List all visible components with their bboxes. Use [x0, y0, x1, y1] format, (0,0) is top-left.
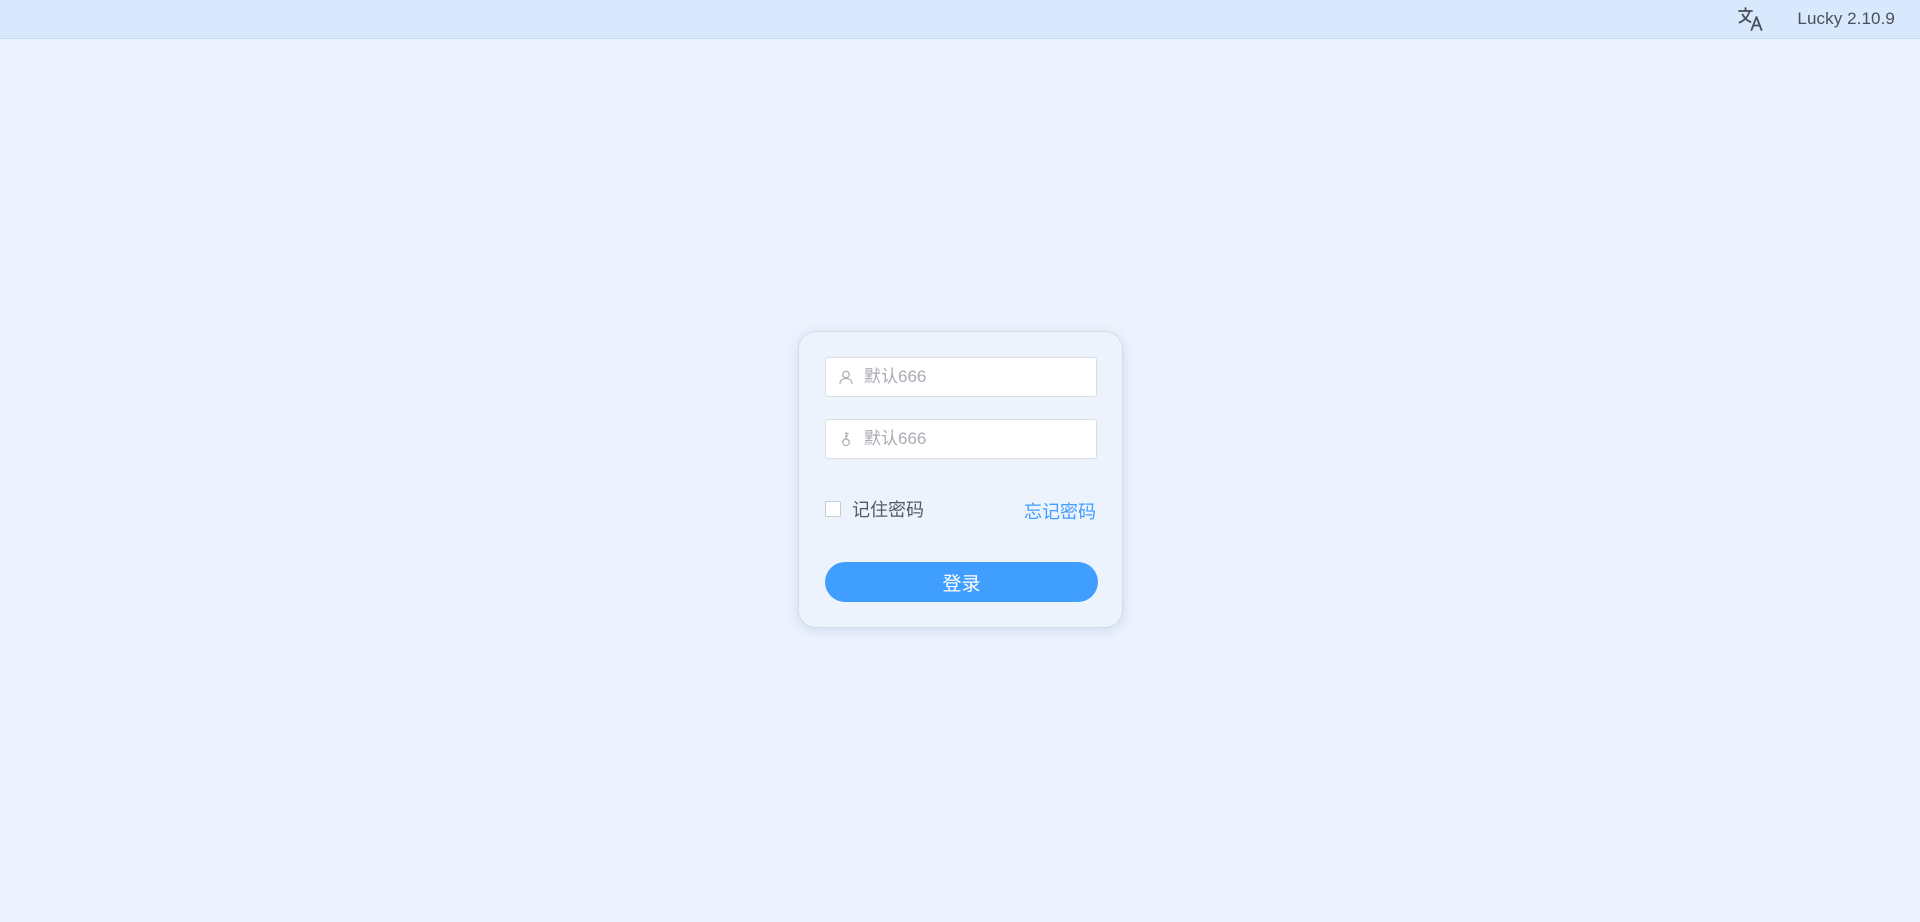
key-icon — [842, 432, 850, 447]
username-input[interactable] — [864, 358, 1090, 396]
username-field[interactable] — [825, 357, 1097, 397]
app-version: Lucky 2.10.9 — [1797, 9, 1895, 28]
password-input[interactable] — [864, 420, 1090, 458]
remember-label: 记住密码 — [852, 500, 924, 520]
login-button[interactable]: 登录 — [825, 562, 1098, 602]
remember-password[interactable]: 记住密码 — [825, 497, 924, 521]
password-field[interactable] — [825, 419, 1097, 459]
login-card: 记住密码 忘记密码 登录 — [798, 331, 1123, 628]
forgot-password-link[interactable]: 忘记密码 — [1024, 498, 1096, 524]
remember-checkbox[interactable] — [825, 501, 841, 517]
user-icon — [839, 370, 853, 385]
top-bar: Lucky 2.10.9 — [0, 0, 1920, 39]
translate-icon[interactable] — [1737, 6, 1765, 32]
